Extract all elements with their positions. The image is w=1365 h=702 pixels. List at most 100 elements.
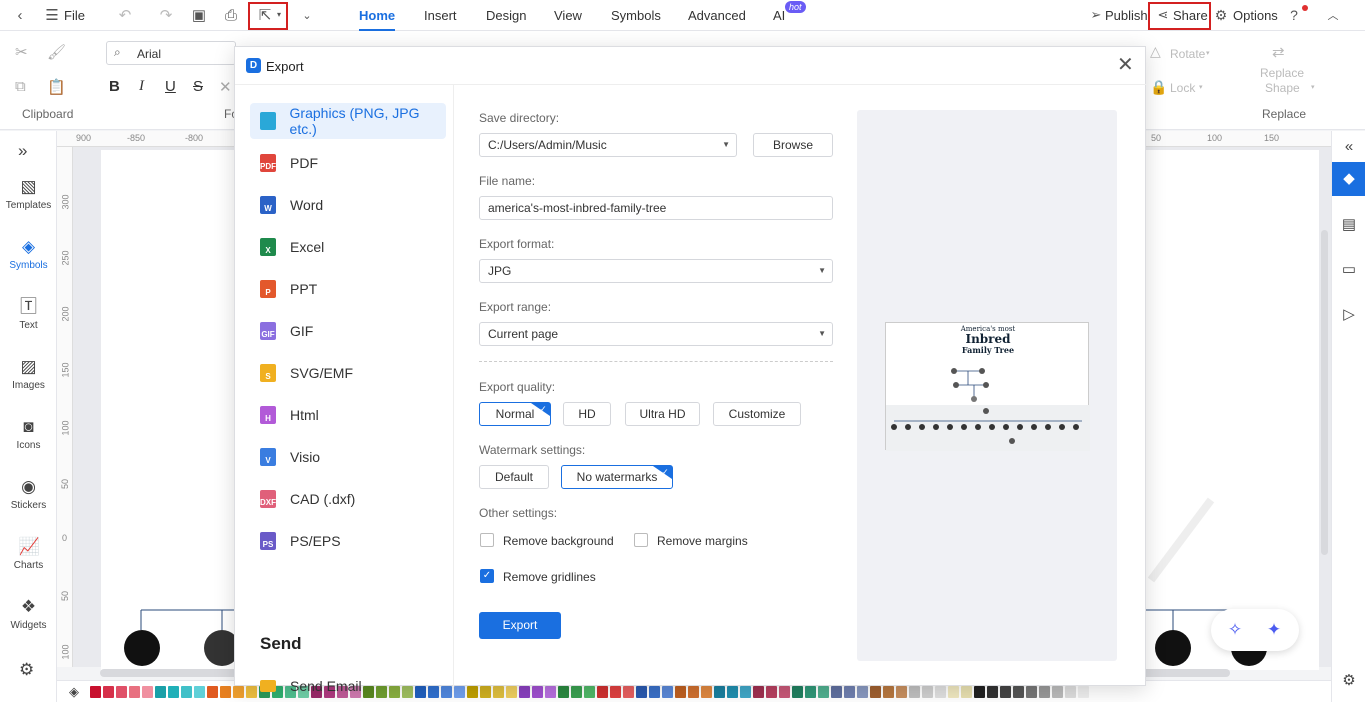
redo-icon[interactable]: ↷ xyxy=(154,3,178,27)
replace-shape-label-line1[interactable]: Replace xyxy=(1260,66,1304,80)
tab-symbols[interactable]: Symbols xyxy=(611,0,661,31)
format-painter-icon[interactable]: 🖌 xyxy=(47,43,66,61)
export-icon[interactable]: ⇱ xyxy=(253,3,277,27)
export-format-item[interactable]: P PPT xyxy=(250,271,446,307)
color-swatch[interactable] xyxy=(1026,685,1037,698)
color-swatch[interactable] xyxy=(506,685,517,698)
color-swatch[interactable] xyxy=(623,685,634,698)
color-swatch[interactable] xyxy=(168,685,179,698)
color-swatch[interactable] xyxy=(779,685,790,698)
color-swatch[interactable] xyxy=(974,685,985,698)
lock-icon[interactable]: 🔒 xyxy=(1150,79,1167,96)
color-swatch[interactable] xyxy=(935,685,946,698)
export-format-select[interactable]: JPG ▼ xyxy=(479,259,833,283)
color-swatch[interactable] xyxy=(1078,685,1089,698)
color-swatch[interactable] xyxy=(233,685,244,698)
color-swatch[interactable] xyxy=(922,685,933,698)
color-swatch[interactable] xyxy=(454,685,465,698)
color-swatch[interactable] xyxy=(870,685,881,698)
color-swatch[interactable] xyxy=(207,685,218,698)
quality-ultra-hd-button[interactable]: Ultra HD xyxy=(625,402,700,426)
color-swatch[interactable] xyxy=(896,685,907,698)
options-button[interactable]: Options xyxy=(1233,8,1278,23)
remove-gridlines-label[interactable]: Remove gridlines xyxy=(503,570,596,584)
share-icon[interactable]: ⋖ xyxy=(1151,3,1175,27)
color-swatch[interactable] xyxy=(818,685,829,698)
remove-background-label[interactable]: Remove background xyxy=(503,534,614,548)
color-swatch[interactable] xyxy=(493,685,504,698)
color-swatch[interactable] xyxy=(467,685,478,698)
color-swatch[interactable] xyxy=(805,685,816,698)
copy-icon[interactable]: ⧉ xyxy=(15,78,26,95)
more-icon[interactable]: ⌄ xyxy=(295,3,319,27)
color-swatch[interactable] xyxy=(701,685,712,698)
undo-icon[interactable]: ↶ xyxy=(113,3,137,27)
export-format-item[interactable]: X Excel xyxy=(250,229,446,265)
color-swatch[interactable] xyxy=(740,685,751,698)
browse-button[interactable]: Browse xyxy=(753,133,833,157)
tab-design[interactable]: Design xyxy=(486,0,526,31)
color-swatch[interactable] xyxy=(129,685,140,698)
tab-home[interactable]: Home xyxy=(359,0,396,31)
vertical-scrollbar[interactable] xyxy=(1321,230,1328,555)
color-swatch[interactable] xyxy=(961,685,972,698)
sidebar-item-icons[interactable]: ◙ Icons xyxy=(0,417,57,451)
export-format-item[interactable]: S SVG/EMF xyxy=(250,355,446,391)
file-name-input[interactable]: america's-most-inbred-family-tree xyxy=(479,196,833,220)
expand-sidebar-icon[interactable]: » xyxy=(18,141,27,161)
color-swatch[interactable] xyxy=(181,685,192,698)
color-swatch[interactable] xyxy=(714,685,725,698)
hamburger-menu-icon[interactable]: ☰ xyxy=(40,3,64,27)
color-swatch[interactable] xyxy=(857,685,868,698)
quality-hd-button[interactable]: HD xyxy=(563,402,611,426)
strikethrough-icon[interactable]: S xyxy=(193,78,203,95)
clear-format-icon[interactable]: ✕ xyxy=(219,78,232,96)
ai-magic-wand-icon[interactable]: ✧ xyxy=(1224,619,1246,641)
color-swatch[interactable] xyxy=(194,685,205,698)
cut-icon[interactable]: ✂ xyxy=(15,43,28,61)
color-swatch[interactable] xyxy=(610,685,621,698)
print-icon[interactable]: ⎙ xyxy=(219,3,243,27)
person-photo[interactable] xyxy=(124,630,160,666)
export-button[interactable]: Export xyxy=(479,612,561,639)
color-swatch[interactable] xyxy=(597,685,608,698)
color-swatch[interactable] xyxy=(1052,685,1063,698)
tab-ai[interactable]: AI xyxy=(773,0,785,31)
color-swatch[interactable] xyxy=(480,685,491,698)
color-swatch[interactable] xyxy=(727,685,738,698)
color-swatch[interactable] xyxy=(116,685,127,698)
person-photo[interactable] xyxy=(1155,630,1191,666)
color-swatch[interactable] xyxy=(1000,685,1011,698)
color-swatch[interactable] xyxy=(987,685,998,698)
export-format-item[interactable]: PS PS/EPS xyxy=(250,523,446,559)
color-swatch[interactable] xyxy=(571,685,582,698)
color-swatch[interactable] xyxy=(220,685,231,698)
replace-shape-label-line2[interactable]: Shape xyxy=(1265,81,1300,95)
file-menu[interactable]: File xyxy=(64,8,85,23)
replace-shape-icon[interactable]: ⇄ xyxy=(1272,43,1285,61)
sidebar-item-text[interactable]: 🅃 Text xyxy=(0,297,57,331)
color-swatch[interactable] xyxy=(1039,685,1050,698)
sidebar-item-templates[interactable]: ▧ Templates xyxy=(0,177,57,211)
tab-insert[interactable]: Insert xyxy=(424,0,457,31)
play-icon[interactable]: ▷ xyxy=(1339,305,1359,325)
format-panel-icon[interactable]: ◆ xyxy=(1332,162,1365,196)
color-swatch[interactable] xyxy=(103,685,114,698)
watermark-none-button[interactable]: No watermarks xyxy=(561,465,673,489)
quality-normal-button[interactable]: Normal xyxy=(479,402,551,426)
color-swatch[interactable] xyxy=(792,685,803,698)
sidebar-item-widgets[interactable]: ❖ Widgets xyxy=(0,597,57,631)
sidebar-item-symbols[interactable]: ◈ Symbols xyxy=(0,237,57,271)
color-swatch[interactable] xyxy=(558,685,569,698)
font-family-select[interactable]: ⌕ Arial xyxy=(106,41,236,65)
export-range-select[interactable]: Current page ▼ xyxy=(479,322,833,346)
remove-margins-checkbox[interactable] xyxy=(634,533,648,547)
paste-icon[interactable]: 📋 xyxy=(47,78,66,96)
export-format-item[interactable]: W Word xyxy=(250,187,446,223)
export-format-item[interactable]: GIF GIF xyxy=(250,313,446,349)
underline-icon[interactable]: U xyxy=(165,78,176,95)
bottom-settings-icon[interactable]: ⚙ xyxy=(1339,671,1359,691)
collapse-panel-icon[interactable]: « xyxy=(1339,137,1359,157)
color-swatch[interactable] xyxy=(142,685,153,698)
export-format-item[interactable]: PDF PDF xyxy=(250,145,446,181)
